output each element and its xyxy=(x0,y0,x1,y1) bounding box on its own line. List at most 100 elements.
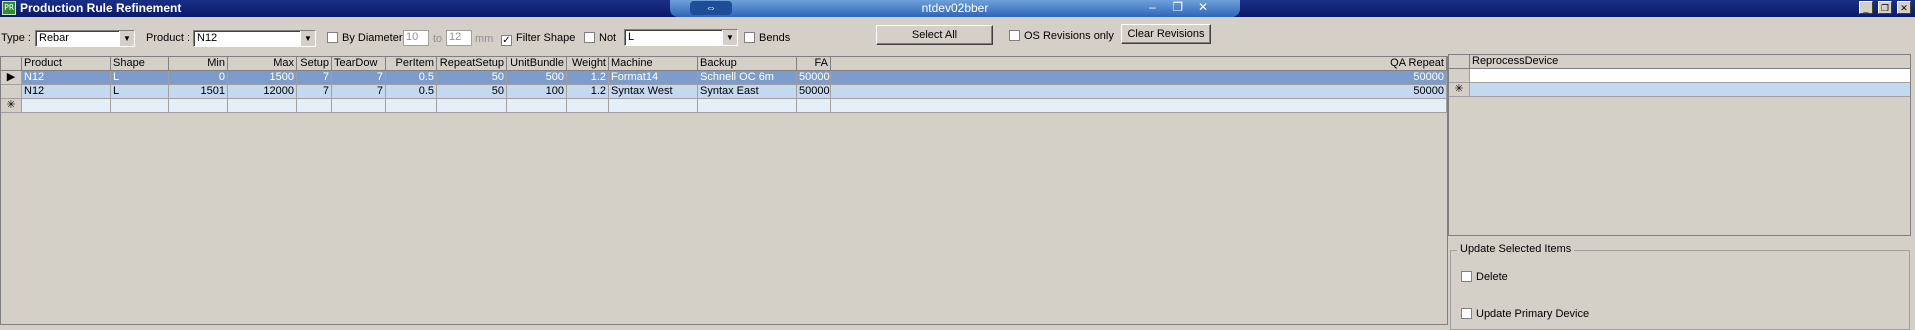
checkbox-icon[interactable] xyxy=(584,32,595,43)
table-cell[interactable] xyxy=(22,99,111,113)
checkbox-icon[interactable] xyxy=(1461,271,1472,282)
table-cell[interactable]: 7 xyxy=(332,71,386,85)
minimize-button[interactable]: _ xyxy=(1858,1,1873,14)
table-row[interactable] xyxy=(1449,69,1910,83)
column-header[interactable]: Machine xyxy=(609,57,698,71)
table-cell[interactable] xyxy=(169,99,228,113)
remote-restore-button[interactable]: ❐ xyxy=(1167,0,1189,14)
table-cell[interactable]: 7 xyxy=(297,85,332,99)
new-row-icon[interactable]: ✳ xyxy=(1449,83,1470,97)
table-cell[interactable]: 7 xyxy=(297,71,332,85)
diameter-from-input[interactable]: 10 xyxy=(403,30,429,46)
column-header[interactable]: Min xyxy=(169,57,228,71)
column-header[interactable]: Setup xyxy=(297,57,332,71)
table-cell[interactable]: Syntax East xyxy=(698,85,797,99)
diameter-to-input[interactable]: 12 xyxy=(446,30,472,46)
table-row[interactable]: ▶ N12 L 0 1500 7 7 0.5 50 500 1.2 Format… xyxy=(1,71,1447,85)
table-cell[interactable]: 0.5 xyxy=(386,85,437,99)
by-diameter-checkbox[interactable]: By Diameter xyxy=(327,32,403,44)
table-cell[interactable] xyxy=(698,99,797,113)
table-cell[interactable]: 0 xyxy=(169,71,228,85)
table-cell[interactable] xyxy=(831,99,1447,113)
table-cell[interactable] xyxy=(1470,69,1910,83)
table-cell[interactable]: 50 xyxy=(437,85,507,99)
table-cell[interactable] xyxy=(111,99,169,113)
checkbox-icon[interactable] xyxy=(327,32,338,43)
table-cell[interactable] xyxy=(609,99,698,113)
not-checkbox[interactable]: Not xyxy=(584,32,616,44)
column-header[interactable]: TearDow xyxy=(332,57,386,71)
row-selector[interactable] xyxy=(1,85,22,99)
os-revisions-checkbox[interactable]: OS Revisions only xyxy=(1009,30,1114,42)
remote-minimize-button[interactable]: – xyxy=(1141,0,1163,14)
table-cell[interactable]: 50000 xyxy=(797,85,831,99)
column-header[interactable]: ReprocessDevice xyxy=(1470,55,1910,69)
table-cell[interactable]: N12 xyxy=(22,85,111,99)
filter-shape-checkbox[interactable]: ✓ Filter Shape xyxy=(501,32,575,46)
new-row[interactable]: ✳ xyxy=(1449,83,1910,97)
table-cell[interactable]: 50000 xyxy=(831,71,1447,85)
remote-close-button[interactable]: ✕ xyxy=(1192,0,1214,14)
column-header[interactable]: Max xyxy=(228,57,297,71)
table-cell[interactable]: 12000 xyxy=(228,85,297,99)
column-header[interactable]: RepeatSetup xyxy=(437,57,507,71)
table-cell[interactable] xyxy=(386,99,437,113)
table-cell[interactable] xyxy=(1470,83,1910,97)
delete-checkbox[interactable]: Delete xyxy=(1461,271,1508,283)
table-cell[interactable]: 1.2 xyxy=(567,85,609,99)
column-header[interactable]: QA Repeat xyxy=(831,57,1447,71)
table-cell[interactable]: 1501 xyxy=(169,85,228,99)
table-cell[interactable]: L xyxy=(111,71,169,85)
checkbox-icon[interactable] xyxy=(744,32,755,43)
column-header[interactable]: FA xyxy=(797,57,831,71)
table-cell[interactable]: 100 xyxy=(507,85,567,99)
production-rules-grid[interactable]: Product Shape Min Max Setup TearDow PerI… xyxy=(0,56,1448,325)
column-header[interactable]: Product xyxy=(22,57,111,71)
table-cell[interactable]: 7 xyxy=(332,85,386,99)
table-cell[interactable] xyxy=(297,99,332,113)
checkbox-icon[interactable] xyxy=(1461,308,1472,319)
select-all-button[interactable]: Select All xyxy=(876,25,993,45)
bends-checkbox[interactable]: Bends xyxy=(744,32,790,44)
current-row-icon[interactable]: ▶ xyxy=(1,71,22,85)
column-header[interactable]: UnitBundle xyxy=(507,57,567,71)
table-cell[interactable]: 500 xyxy=(507,71,567,85)
table-cell[interactable]: 0.5 xyxy=(386,71,437,85)
table-cell[interactable] xyxy=(437,99,507,113)
row-selector[interactable] xyxy=(1449,69,1470,83)
column-header[interactable]: Shape xyxy=(111,57,169,71)
column-header[interactable]: Backup xyxy=(698,57,797,71)
shape-select[interactable]: L ▼ xyxy=(624,29,738,46)
chevron-down-icon[interactable]: ▼ xyxy=(722,30,737,45)
table-cell[interactable]: L xyxy=(111,85,169,99)
table-row[interactable]: N12 L 1501 12000 7 7 0.5 50 100 1.2 Synt… xyxy=(1,85,1447,99)
new-row-icon[interactable]: ✳ xyxy=(1,99,22,113)
reprocess-device-grid[interactable]: ReprocessDevice ✳ xyxy=(1448,54,1911,236)
table-cell[interactable] xyxy=(507,99,567,113)
column-header[interactable]: Weight xyxy=(567,57,609,71)
table-cell[interactable]: 50 xyxy=(437,71,507,85)
table-cell[interactable] xyxy=(567,99,609,113)
chevron-down-icon[interactable]: ▼ xyxy=(300,31,315,46)
table-cell[interactable]: 1500 xyxy=(228,71,297,85)
new-row[interactable]: ✳ xyxy=(1,99,1447,113)
table-cell[interactable] xyxy=(228,99,297,113)
close-button[interactable]: ✕ xyxy=(1897,1,1911,14)
checkbox-icon[interactable] xyxy=(1009,30,1020,41)
chevron-down-icon[interactable]: ▼ xyxy=(119,31,134,46)
table-cell[interactable]: Schnell OC 6m xyxy=(698,71,797,85)
update-primary-device-checkbox[interactable]: Update Primary Device xyxy=(1461,308,1589,320)
product-select[interactable]: N12 ▼ xyxy=(193,30,316,47)
restore-button[interactable]: ❐ xyxy=(1877,1,1892,14)
table-cell[interactable] xyxy=(797,99,831,113)
table-cell[interactable] xyxy=(332,99,386,113)
table-cell[interactable]: 1.2 xyxy=(567,71,609,85)
checkmark-icon[interactable]: ✓ xyxy=(501,35,512,46)
type-select[interactable]: Rebar ▼ xyxy=(35,30,135,47)
table-cell[interactable]: N12 xyxy=(22,71,111,85)
column-header[interactable]: PerItem xyxy=(386,57,437,71)
clear-revisions-button[interactable]: Clear Revisions xyxy=(1121,24,1211,44)
table-cell[interactable]: Format14 xyxy=(609,71,698,85)
table-cell[interactable]: 50000 xyxy=(831,85,1447,99)
table-cell[interactable]: Syntax West xyxy=(609,85,698,99)
